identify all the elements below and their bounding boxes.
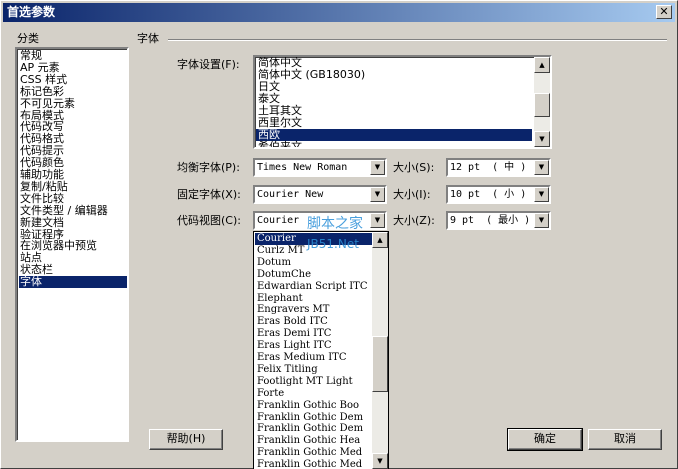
font-settings-item[interactable]: 西里尔文: [256, 117, 532, 129]
scroll-down-icon[interactable]: ▼: [534, 131, 550, 147]
heading-divider: [168, 39, 667, 41]
scroll-thumb[interactable]: [372, 336, 388, 392]
font-option[interactable]: Eras Demi ITC: [255, 328, 373, 340]
proportional-font-value: Times New Roman: [257, 162, 348, 173]
font-option[interactable]: Felix Titling: [255, 364, 373, 376]
title-bar[interactable]: 首选参数 ✕: [3, 3, 675, 22]
fixed-size-select[interactable]: 10 pt ( 小 ) ▼: [446, 185, 551, 204]
fixed-font-value: Courier New: [257, 189, 324, 200]
category-item[interactable]: 字体: [19, 276, 127, 289]
font-option[interactable]: Eras Medium ITC: [255, 352, 373, 364]
code-view-font-dropdown[interactable]: Courier Curlz MT Dotum DotumChe Edwardian Sc…: [253, 231, 389, 469]
code-view-size-value: 9 pt ( 最小 ): [450, 215, 531, 226]
category-heading: 分类: [17, 32, 39, 45]
font-option[interactable]: Franklin Gothic Med: [255, 447, 373, 459]
ok-button[interactable]: 确定: [507, 428, 583, 451]
font-option[interactable]: Franklin Gothic Hea: [255, 435, 373, 447]
font-option[interactable]: Franklin Gothic Dem: [255, 423, 373, 435]
font-settings-item[interactable]: 日文: [256, 81, 532, 93]
category-item[interactable]: 文件类型 / 编辑器: [19, 204, 127, 217]
help-button[interactable]: 帮助(H): [149, 429, 223, 450]
category-item[interactable]: 标记色彩: [19, 85, 127, 98]
font-option[interactable]: DotumChe: [255, 269, 373, 281]
category-item[interactable]: CSS 样式: [19, 73, 127, 86]
font-settings-item[interactable]: 简体中文 (GB18030): [256, 69, 532, 81]
watermark-text: 脚本之家: [307, 216, 363, 232]
font-settings-scrollbar[interactable]: ▲ ▼: [534, 57, 550, 147]
chevron-down-icon[interactable]: ▼: [534, 213, 549, 228]
code-view-font-value: Courier: [257, 215, 300, 226]
dropdown-scrollbar[interactable]: ▲ ▼: [372, 232, 388, 469]
font-option[interactable]: Franklin Gothic Boo: [255, 400, 373, 412]
close-button[interactable]: ✕: [656, 5, 672, 19]
proportional-size-select[interactable]: 12 pt ( 中 ) ▼: [446, 158, 551, 177]
preferences-dialog: 首选参数 ✕ 分类 常规 AP 元素 CSS 样式 标记色彩 不可见元素 布局模式 代码改写…: [0, 0, 678, 469]
fixed-size-label: 大小(I):: [393, 188, 431, 201]
fixed-font-label: 固定字体(X):: [177, 188, 241, 201]
fixed-size-value: 10 pt ( 小 ): [450, 189, 527, 200]
window-title: 首选参数: [7, 5, 56, 19]
category-item[interactable]: 文件比较: [19, 192, 127, 205]
proportional-font-select[interactable]: Times New Roman ▼: [253, 158, 387, 177]
chevron-down-icon[interactable]: ▼: [534, 187, 549, 202]
panel-heading: 字体: [137, 32, 159, 45]
proportional-font-label: 均衡字体(P):: [177, 161, 240, 174]
font-settings-label: 字体设置(F):: [177, 58, 240, 71]
chevron-down-icon[interactable]: ▼: [370, 187, 385, 202]
font-option[interactable]: Edwardian Script ITC: [255, 281, 373, 293]
chevron-down-icon[interactable]: ▼: [534, 160, 549, 175]
font-option[interactable]: Forte: [255, 388, 373, 400]
font-option[interactable]: Dotum: [255, 257, 373, 269]
watermark: 脚本之家 JB51.Net: [307, 216, 363, 251]
watermark-sub: JB51.Net: [307, 237, 359, 251]
code-view-font-label: 代码视图(C):: [177, 214, 241, 227]
proportional-size-label: 大小(S):: [393, 161, 435, 174]
font-option[interactable]: Engravers MT: [255, 304, 373, 316]
font-option[interactable]: Eras Bold ITC: [255, 316, 373, 328]
code-view-size-select[interactable]: 9 pt ( 最小 ) ▼: [446, 211, 551, 230]
scroll-thumb[interactable]: [534, 93, 550, 117]
font-option[interactable]: Franklin Gothic Dem: [255, 412, 373, 424]
category-item[interactable]: 不可见元素: [19, 97, 127, 110]
font-option[interactable]: Franklin Gothic Med: [255, 459, 373, 469]
font-settings-item[interactable]: 希伯来文: [256, 141, 532, 148]
category-list[interactable]: 常规 AP 元素 CSS 样式 标记色彩 不可见元素 布局模式 代码改写 代码格式 代码提示 代码…: [15, 47, 129, 442]
fixed-font-select[interactable]: Courier New ▼: [253, 185, 387, 204]
scroll-up-icon[interactable]: ▲: [372, 232, 388, 248]
font-option[interactable]: Eras Light ITC: [255, 340, 373, 352]
chevron-down-icon[interactable]: ▼: [370, 160, 385, 175]
chevron-down-icon[interactable]: ▼: [370, 213, 385, 228]
scroll-up-icon[interactable]: ▲: [534, 57, 550, 73]
scroll-down-icon[interactable]: ▼: [372, 453, 388, 469]
proportional-size-value: 12 pt ( 中 ): [450, 162, 527, 173]
category-item[interactable]: 新建文档: [19, 216, 127, 229]
font-option[interactable]: Elephant: [255, 293, 373, 305]
font-settings-list[interactable]: 简体中文 简体中文 (GB18030) 日文 泰文 土耳其文 西里尔文 西欧 希伯来文 ▲ ▼: [253, 55, 552, 149]
cancel-button[interactable]: 取消: [588, 429, 662, 450]
code-view-size-label: 大小(Z):: [393, 214, 435, 227]
font-option[interactable]: Footlight MT Light: [255, 376, 373, 388]
